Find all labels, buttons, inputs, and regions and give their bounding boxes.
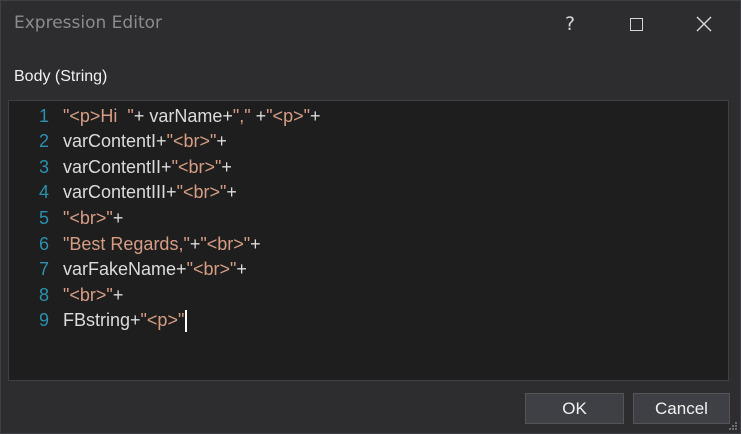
code-token: FBstring+ — [63, 309, 141, 330]
code-token: varContentII+ — [63, 156, 172, 177]
code-text[interactable]: "<br>"+ — [63, 208, 123, 229]
cancel-button[interactable]: Cancel — [633, 393, 730, 424]
code-text[interactable]: varContentIII+"<br>"+ — [63, 182, 237, 203]
code-token: + — [236, 259, 247, 280]
expression-text-area[interactable]: 1 "<p>Hi "+ varName+"," +"<p>"+ 2 varConten… — [11, 103, 726, 378]
help-button[interactable]: ? — [540, 1, 600, 47]
string-literal: "<p>" — [266, 105, 310, 126]
line-number: 3 — [38, 156, 49, 177]
line-number: 5 — [38, 207, 49, 228]
code-text[interactable]: varContentI+"<br>"+ — [63, 131, 227, 152]
code-text[interactable]: FBstring+"<p>" — [63, 309, 188, 332]
string-literal: "<br>" — [63, 284, 113, 305]
string-literal: "<br>" — [63, 207, 113, 228]
line-number: 4 — [38, 182, 49, 203]
line-number: 8 — [38, 284, 49, 305]
string-literal: "<br>" — [186, 259, 237, 280]
code-line[interactable]: 5 "<br>"+ — [11, 205, 123, 231]
line-number: 7 — [38, 259, 49, 280]
code-token: + — [250, 105, 267, 126]
expression-editor-dialog: Expression Editor ? Body (String) 1 "<p>H… — [0, 0, 741, 434]
code-text[interactable]: "<br>"+ — [63, 285, 123, 306]
code-token: varContentIII+ — [63, 182, 177, 203]
code-token: + — [112, 207, 124, 228]
title-bar[interactable]: Expression Editor ? — [1, 1, 740, 47]
resize-grip-icon[interactable] — [728, 421, 738, 431]
code-line[interactable]: 6 "Best Regards,"+"<br>"+ — [11, 231, 261, 257]
code-token: + — [189, 233, 201, 254]
line-number: 1 — [38, 105, 49, 126]
code-token: + — [216, 131, 227, 152]
expression-editor-frame: 1 "<p>Hi "+ varName+"," +"<p>"+ 2 varConten… — [8, 100, 729, 381]
text-cursor — [185, 309, 188, 332]
string-literal: "<p>" — [140, 309, 185, 330]
string-literal: "<br>" — [176, 182, 227, 203]
code-text[interactable]: varFakeName+"<br>"+ — [63, 259, 247, 280]
code-token: varFakeName+ — [63, 259, 187, 280]
code-line[interactable]: 7 varFakeName+"<br>"+ — [11, 257, 247, 283]
string-literal: "," — [232, 105, 251, 126]
string-literal: "<br>" — [200, 233, 251, 254]
window-title: Expression Editor — [14, 13, 162, 33]
line-number: 6 — [38, 233, 49, 254]
code-token: + varName+ — [133, 105, 233, 126]
code-line[interactable]: 8 "<br>"+ — [11, 282, 123, 308]
code-token: + — [250, 233, 261, 254]
code-line[interactable]: 2 varContentI+"<br>"+ — [11, 129, 227, 155]
code-token: + — [221, 156, 232, 177]
code-token: + — [112, 284, 124, 305]
code-line[interactable]: 9 FBstring+"<p>" — [11, 308, 188, 334]
maximize-button[interactable] — [606, 1, 666, 47]
code-text[interactable]: "Best Regards,"+"<br>"+ — [63, 234, 261, 255]
close-icon — [696, 16, 712, 32]
code-token: + — [226, 182, 237, 203]
help-icon: ? — [564, 13, 576, 35]
string-literal: "Best Regards," — [63, 233, 190, 254]
line-number: 2 — [38, 131, 49, 152]
maximize-icon — [629, 17, 643, 31]
body-label: Body (String) — [14, 68, 108, 85]
code-text[interactable]: varContentII+"<br>"+ — [63, 157, 232, 178]
string-literal: "<br>" — [166, 131, 217, 152]
code-token: + — [310, 105, 321, 126]
close-button[interactable] — [674, 1, 734, 47]
ok-button[interactable]: OK — [525, 393, 624, 424]
code-line[interactable]: 4 varContentIII+"<br>"+ — [11, 180, 237, 206]
string-literal: "<p>Hi " — [63, 105, 134, 126]
code-line[interactable]: 1 "<p>Hi "+ varName+"," +"<p>"+ — [11, 103, 321, 129]
code-token: varContentI+ — [63, 131, 167, 152]
string-literal: "<br>" — [171, 156, 222, 177]
line-number: 9 — [38, 310, 49, 331]
code-text[interactable]: "<p>Hi "+ varName+"," +"<p>"+ — [63, 106, 321, 127]
code-line[interactable]: 3 varContentII+"<br>"+ — [11, 154, 232, 180]
